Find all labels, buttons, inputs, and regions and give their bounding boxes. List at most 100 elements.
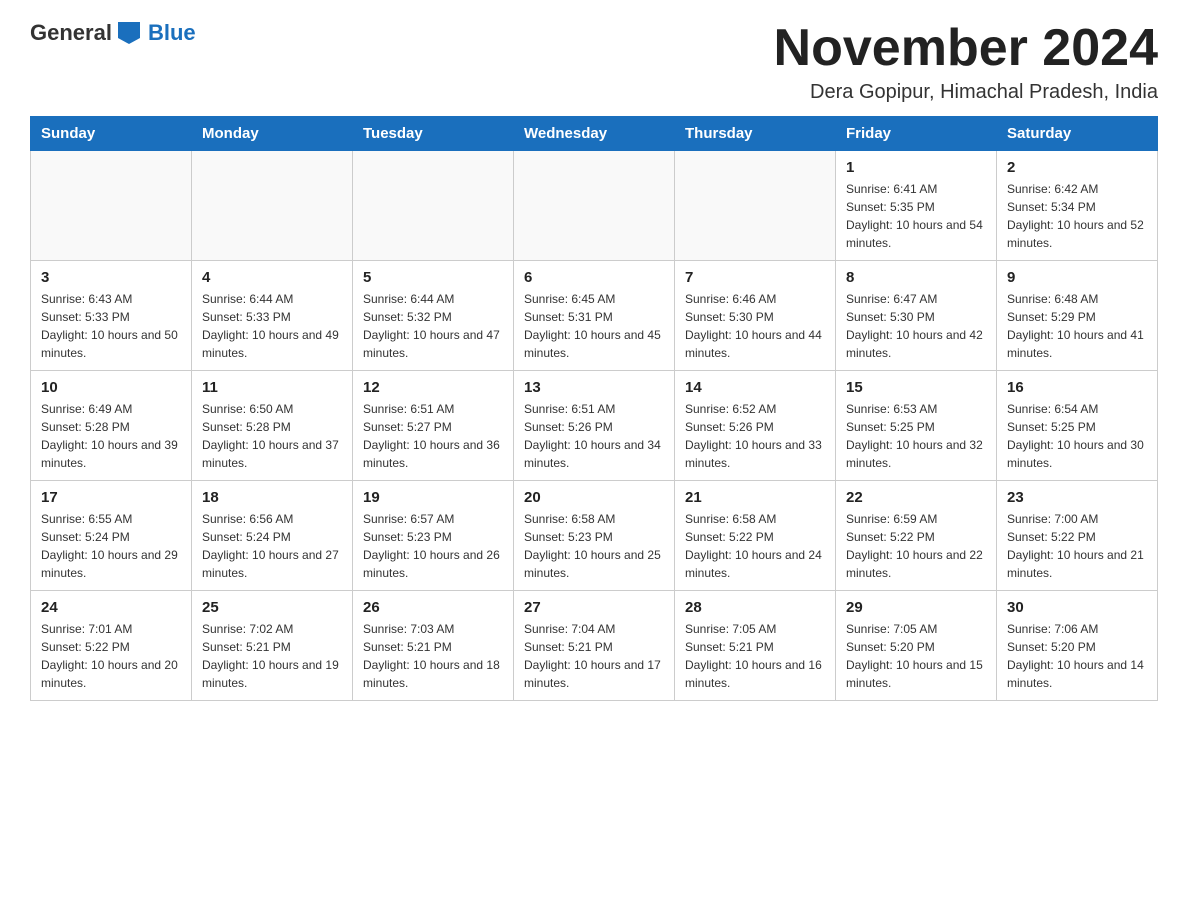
day-info: Sunrise: 7:04 AMSunset: 5:21 PMDaylight:… <box>524 620 664 692</box>
calendar-day-cell <box>31 151 192 261</box>
calendar-day-cell: 21Sunrise: 6:58 AMSunset: 5:22 PMDayligh… <box>675 481 836 591</box>
calendar-week-row: 3 Sunrise: 6:43 AMSunset: 5:33 PMDaylight… <box>31 261 1158 371</box>
calendar-day-cell: 28 Sunrise: 7:05 AMSunset: 5:21 PMDayligh… <box>675 591 836 701</box>
calendar-day-cell: 19Sunrise: 6:57 AMSunset: 5:23 PMDayligh… <box>353 481 514 591</box>
day-info: Sunrise: 6:54 AMSunset: 5:25 PMDaylight:… <box>1007 400 1147 472</box>
day-info: Sunrise: 6:51 AMSunset: 5:27 PMDaylight:… <box>363 400 503 472</box>
calendar-day-cell: 24 Sunrise: 7:01 AMSunset: 5:22 PMDayligh… <box>31 591 192 701</box>
calendar-day-cell: 9 Sunrise: 6:48 AMSunset: 5:29 PMDaylight… <box>997 261 1158 371</box>
calendar-day-cell: 8 Sunrise: 6:47 AMSunset: 5:30 PMDaylight… <box>836 261 997 371</box>
day-info: Sunrise: 6:47 AMSunset: 5:30 PMDaylight:… <box>846 290 986 362</box>
calendar-day-cell: 23 Sunrise: 7:00 AMSunset: 5:22 PMDayligh… <box>997 481 1158 591</box>
day-number: 21 <box>685 489 825 506</box>
calendar-day-cell: 27 Sunrise: 7:04 AMSunset: 5:21 PMDayligh… <box>514 591 675 701</box>
day-number: 2 <box>1007 159 1147 176</box>
calendar-week-row: 17Sunrise: 6:55 AMSunset: 5:24 PMDayligh… <box>31 481 1158 591</box>
weekday-header-friday: Friday <box>836 117 997 151</box>
calendar-day-cell: 2 Sunrise: 6:42 AMSunset: 5:34 PMDaylight… <box>997 151 1158 261</box>
logo-blue: Blue <box>148 20 196 46</box>
day-number: 12 <box>363 379 503 396</box>
day-info: Sunrise: 7:05 AMSunset: 5:21 PMDaylight:… <box>685 620 825 692</box>
day-info: Sunrise: 6:57 AMSunset: 5:23 PMDaylight:… <box>363 510 503 582</box>
calendar-day-cell: 13Sunrise: 6:51 AMSunset: 5:26 PMDayligh… <box>514 371 675 481</box>
calendar-day-cell: 5 Sunrise: 6:44 AMSunset: 5:32 PMDaylight… <box>353 261 514 371</box>
weekday-header-monday: Monday <box>192 117 353 151</box>
weekday-header-thursday: Thursday <box>675 117 836 151</box>
calendar-day-cell: 14Sunrise: 6:52 AMSunset: 5:26 PMDayligh… <box>675 371 836 481</box>
calendar-day-cell: 22Sunrise: 6:59 AMSunset: 5:22 PMDayligh… <box>836 481 997 591</box>
day-number: 18 <box>202 489 342 506</box>
day-number: 1 <box>846 159 986 176</box>
day-info: Sunrise: 6:41 AMSunset: 5:35 PMDaylight:… <box>846 180 986 252</box>
weekday-header-saturday: Saturday <box>997 117 1158 151</box>
page-header: General Blue November 2024 Dera Gopipur,… <box>30 20 1158 104</box>
day-info: Sunrise: 7:05 AMSunset: 5:20 PMDaylight:… <box>846 620 986 692</box>
day-number: 28 <box>685 599 825 616</box>
calendar-week-row: 10Sunrise: 6:49 AMSunset: 5:28 PMDayligh… <box>31 371 1158 481</box>
day-info: Sunrise: 6:44 AMSunset: 5:33 PMDaylight:… <box>202 290 342 362</box>
calendar-day-cell: 12 Sunrise: 6:51 AMSunset: 5:27 PMDayligh… <box>353 371 514 481</box>
day-info: Sunrise: 7:02 AMSunset: 5:21 PMDaylight:… <box>202 620 342 692</box>
calendar-header-row: SundayMondayTuesdayWednesdayThursdayFrid… <box>31 117 1158 151</box>
calendar-day-cell: 30 Sunrise: 7:06 AMSunset: 5:20 PMDayligh… <box>997 591 1158 701</box>
day-info: Sunrise: 6:44 AMSunset: 5:32 PMDaylight:… <box>363 290 503 362</box>
day-number: 27 <box>524 599 664 616</box>
calendar-day-cell <box>192 151 353 261</box>
day-info: Sunrise: 7:06 AMSunset: 5:20 PMDaylight:… <box>1007 620 1147 692</box>
day-info: Sunrise: 7:01 AMSunset: 5:22 PMDaylight:… <box>41 620 181 692</box>
day-number: 11 <box>202 379 342 396</box>
day-number: 3 <box>41 269 181 286</box>
day-info: Sunrise: 6:52 AMSunset: 5:26 PMDaylight:… <box>685 400 825 472</box>
day-info: Sunrise: 6:42 AMSunset: 5:34 PMDaylight:… <box>1007 180 1147 252</box>
logo-icon <box>118 22 140 44</box>
calendar-day-cell: 10Sunrise: 6:49 AMSunset: 5:28 PMDayligh… <box>31 371 192 481</box>
calendar-day-cell: 29 Sunrise: 7:05 AMSunset: 5:20 PMDayligh… <box>836 591 997 701</box>
calendar-day-cell <box>675 151 836 261</box>
day-number: 20 <box>524 489 664 506</box>
day-number: 24 <box>41 599 181 616</box>
day-info: Sunrise: 6:56 AMSunset: 5:24 PMDaylight:… <box>202 510 342 582</box>
day-number: 23 <box>1007 489 1147 506</box>
calendar-day-cell: 20 Sunrise: 6:58 AMSunset: 5:23 PMDayligh… <box>514 481 675 591</box>
day-number: 5 <box>363 269 503 286</box>
calendar-week-row: 24 Sunrise: 7:01 AMSunset: 5:22 PMDayligh… <box>31 591 1158 701</box>
day-number: 4 <box>202 269 342 286</box>
day-number: 29 <box>846 599 986 616</box>
weekday-header-tuesday: Tuesday <box>353 117 514 151</box>
day-number: 25 <box>202 599 342 616</box>
day-number: 9 <box>1007 269 1147 286</box>
day-info: Sunrise: 6:43 AMSunset: 5:33 PMDaylight:… <box>41 290 181 362</box>
logo: General Blue <box>30 20 196 46</box>
calendar-day-cell: 4 Sunrise: 6:44 AMSunset: 5:33 PMDaylight… <box>192 261 353 371</box>
day-info: Sunrise: 7:03 AMSunset: 5:21 PMDaylight:… <box>363 620 503 692</box>
day-info: Sunrise: 6:53 AMSunset: 5:25 PMDaylight:… <box>846 400 986 472</box>
calendar-day-cell: 11 Sunrise: 6:50 AMSunset: 5:28 PMDayligh… <box>192 371 353 481</box>
day-number: 8 <box>846 269 986 286</box>
day-info: Sunrise: 6:58 AMSunset: 5:23 PMDaylight:… <box>524 510 664 582</box>
location-title: Dera Gopipur, Himachal Pradesh, India <box>774 81 1158 104</box>
calendar-day-cell <box>514 151 675 261</box>
calendar-day-cell: 1 Sunrise: 6:41 AMSunset: 5:35 PMDaylight… <box>836 151 997 261</box>
day-number: 26 <box>363 599 503 616</box>
calendar-day-cell: 26 Sunrise: 7:03 AMSunset: 5:21 PMDayligh… <box>353 591 514 701</box>
day-number: 6 <box>524 269 664 286</box>
calendar-day-cell: 15Sunrise: 6:53 AMSunset: 5:25 PMDayligh… <box>836 371 997 481</box>
calendar-day-cell: 25 Sunrise: 7:02 AMSunset: 5:21 PMDayligh… <box>192 591 353 701</box>
day-info: Sunrise: 7:00 AMSunset: 5:22 PMDaylight:… <box>1007 510 1147 582</box>
month-title: November 2024 <box>774 20 1158 77</box>
weekday-header-sunday: Sunday <box>31 117 192 151</box>
title-block: November 2024 Dera Gopipur, Himachal Pra… <box>774 20 1158 104</box>
calendar-day-cell: 3 Sunrise: 6:43 AMSunset: 5:33 PMDaylight… <box>31 261 192 371</box>
day-info: Sunrise: 6:45 AMSunset: 5:31 PMDaylight:… <box>524 290 664 362</box>
day-info: Sunrise: 6:48 AMSunset: 5:29 PMDaylight:… <box>1007 290 1147 362</box>
day-number: 22 <box>846 489 986 506</box>
day-number: 30 <box>1007 599 1147 616</box>
day-info: Sunrise: 6:50 AMSunset: 5:28 PMDaylight:… <box>202 400 342 472</box>
calendar-week-row: 1 Sunrise: 6:41 AMSunset: 5:35 PMDaylight… <box>31 151 1158 261</box>
weekday-header-wednesday: Wednesday <box>514 117 675 151</box>
day-number: 10 <box>41 379 181 396</box>
calendar-day-cell: 18 Sunrise: 6:56 AMSunset: 5:24 PMDayligh… <box>192 481 353 591</box>
day-info: Sunrise: 6:55 AMSunset: 5:24 PMDaylight:… <box>41 510 181 582</box>
day-info: Sunrise: 6:46 AMSunset: 5:30 PMDaylight:… <box>685 290 825 362</box>
day-number: 16 <box>1007 379 1147 396</box>
